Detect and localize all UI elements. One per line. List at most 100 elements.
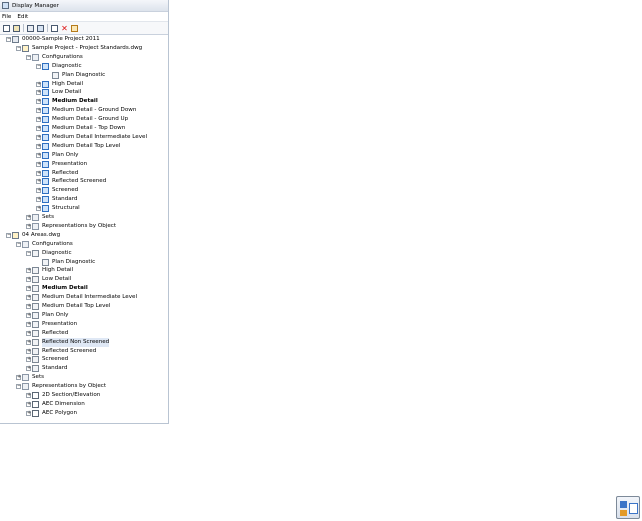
tree-item[interactable]: − 00000-Sample Project 2011 <box>6 35 100 44</box>
expand-icon[interactable]: + <box>26 410 31 416</box>
tree-item[interactable]: − Sample Project - Project Standards.dwg <box>16 44 142 53</box>
tree-item[interactable]: + Medium Detail Top Level <box>36 142 120 151</box>
collapse-icon[interactable]: − <box>16 384 21 390</box>
expand-icon[interactable]: + <box>26 321 31 327</box>
configgray-icon <box>32 276 39 284</box>
expand-icon[interactable]: + <box>36 108 41 114</box>
expand-icon[interactable]: + <box>26 357 31 363</box>
paste-icon[interactable] <box>37 24 44 32</box>
expand-icon[interactable]: + <box>36 134 41 140</box>
config-icon <box>42 133 49 141</box>
tree-item[interactable]: + Reflected <box>36 169 78 178</box>
expand-icon[interactable]: + <box>36 81 41 87</box>
expand-icon[interactable]: + <box>26 348 31 354</box>
expand-icon[interactable]: + <box>26 339 31 345</box>
open-icon[interactable] <box>13 24 20 32</box>
display-manager-icon[interactable] <box>616 496 640 519</box>
collapse-icon[interactable]: − <box>6 232 11 238</box>
expand-icon[interactable]: + <box>36 206 41 212</box>
collapse-icon[interactable]: − <box>26 54 31 60</box>
tree-item[interactable]: + AEC Dimension <box>26 400 85 409</box>
expand-icon[interactable]: + <box>26 286 31 292</box>
expand-icon[interactable]: + <box>36 126 41 131</box>
tree-item[interactable]: + Medium Detail Intermediate Level <box>36 133 147 142</box>
tree-item[interactable]: + High Detail <box>26 266 73 275</box>
expand-icon[interactable]: + <box>36 188 41 194</box>
expand-icon[interactable]: + <box>26 393 31 398</box>
tree-item[interactable]: − Diagnostic <box>26 249 72 258</box>
expand-icon[interactable]: + <box>26 366 31 372</box>
tree-item[interactable]: + Sets <box>26 213 54 222</box>
tree-item[interactable]: + Sets <box>16 373 44 382</box>
expand-icon[interactable]: + <box>36 117 41 123</box>
tree-item[interactable]: + High Detail <box>36 80 83 89</box>
tree-item[interactable]: − 04 Areas.dwg <box>6 231 60 240</box>
tree-item[interactable]: + Plan Only <box>26 311 69 320</box>
expand-icon[interactable]: + <box>26 304 31 309</box>
tree-item[interactable]: + Reflected Non Screened <box>26 337 110 347</box>
tree-item[interactable]: + Standard <box>26 364 67 373</box>
tree-item[interactable]: Plan Diagnostic <box>36 258 95 267</box>
delete-icon[interactable]: ✕ <box>61 24 68 32</box>
collapse-icon[interactable]: − <box>6 37 11 42</box>
expand-icon[interactable]: + <box>36 170 41 176</box>
new-icon[interactable] <box>3 24 10 32</box>
tree-item[interactable]: + Reflected Screened <box>26 347 96 356</box>
collapse-icon[interactable]: − <box>26 250 31 256</box>
tree-item[interactable]: Plan Diagnostic <box>46 71 105 80</box>
menu-edit[interactable]: Edit <box>17 14 28 20</box>
tree-item[interactable]: + Low Detail <box>26 275 71 284</box>
expand-icon[interactable]: + <box>26 277 31 283</box>
expand-icon[interactable]: + <box>36 161 41 167</box>
tree-item[interactable]: + Medium Detail - Top Down <box>36 124 125 133</box>
tree-item[interactable]: − Representations by Object <box>16 382 106 391</box>
tree-item[interactable]: + Presentation <box>36 160 87 169</box>
tree-item[interactable]: + Screened <box>26 355 68 364</box>
tree-item-label: Sets <box>42 214 55 220</box>
expand-icon[interactable]: + <box>36 99 41 105</box>
expand-icon[interactable]: + <box>36 179 41 185</box>
title-bar[interactable]: Display Manager <box>0 0 168 12</box>
tree-item[interactable]: − Diagnostic <box>36 62 82 71</box>
tree-item[interactable]: + Reflected <box>26 329 68 338</box>
collapse-icon[interactable]: − <box>16 45 21 51</box>
expand-icon[interactable]: + <box>26 330 31 336</box>
tree-item[interactable]: + Medium Detail <box>36 97 98 106</box>
expand-icon[interactable]: + <box>16 375 21 381</box>
tree-item[interactable]: − Configurations <box>26 53 83 62</box>
expand-icon[interactable]: + <box>26 295 31 301</box>
tree-item[interactable]: + Representations by Object <box>26 222 116 231</box>
tree-item[interactable]: − Configurations <box>16 240 73 249</box>
expand-icon[interactable]: + <box>36 143 41 149</box>
tree-item[interactable]: + Medium Detail - Ground Up <box>36 115 128 124</box>
tree-item[interactable]: + Medium Detail - Ground Down <box>36 106 136 115</box>
tree-item[interactable]: + Reflected Screened <box>36 177 106 186</box>
tree-item[interactable]: + Presentation <box>26 320 77 329</box>
tree-item[interactable]: + Low Detail <box>36 88 81 97</box>
tree-item[interactable]: + AEC Polygon <box>26 409 77 418</box>
tree-item[interactable]: +2D Section/Elevation <box>26 391 100 400</box>
expand-icon[interactable]: + <box>36 197 41 203</box>
config-icon <box>42 98 49 106</box>
collapse-icon[interactable]: − <box>36 63 41 69</box>
expand-icon[interactable]: + <box>26 268 31 274</box>
tree-item[interactable]: + Medium Detail Top Level <box>26 302 110 311</box>
tree-item[interactable]: + Medium Detail <box>26 284 88 293</box>
copy-icon[interactable] <box>27 24 34 32</box>
menu-file[interactable]: File <box>2 14 11 20</box>
expand-icon[interactable]: + <box>36 90 41 96</box>
tree-item[interactable]: + Screened <box>36 186 78 195</box>
collapse-icon[interactable]: − <box>16 241 21 247</box>
tree-item[interactable]: + Medium Detail Intermediate Level <box>26 293 137 302</box>
display-manager-window: Display Manager File Edit ✕ −00000-Sampl… <box>0 0 169 424</box>
tree-item[interactable]: + Standard <box>36 195 77 204</box>
tree-item[interactable]: + Structural <box>36 204 80 213</box>
expand-icon[interactable]: + <box>26 223 31 229</box>
expand-icon[interactable]: + <box>26 401 31 407</box>
properties-icon[interactable] <box>51 24 58 32</box>
purge-icon[interactable] <box>71 24 78 32</box>
expand-icon[interactable]: + <box>26 312 31 318</box>
expand-icon[interactable]: + <box>26 215 31 220</box>
expand-icon[interactable]: + <box>36 152 41 158</box>
tree-item[interactable]: + Plan Only <box>36 151 79 160</box>
